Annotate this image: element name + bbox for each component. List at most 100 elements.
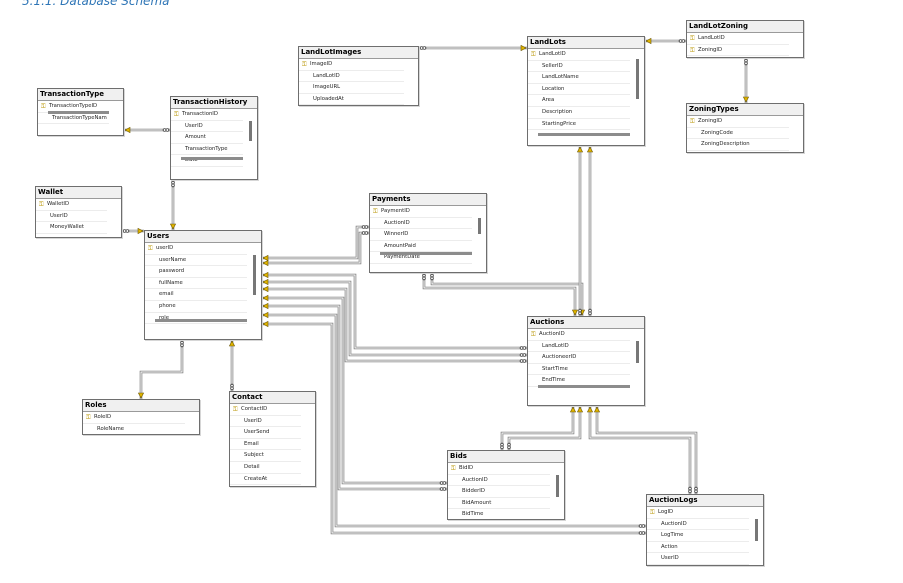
- table-columns: ⚿ userID userName password fullName email phon…: [145, 243, 261, 325]
- column-row[interactable]: Area: [528, 95, 630, 107]
- table-contact[interactable]: Contact ⚿ ContactID UserID UserSend Email Subj…: [229, 391, 316, 487]
- column-row[interactable]: ⚿ BidID: [448, 463, 550, 475]
- column-name: ZoningID: [698, 118, 723, 124]
- horizontal-scrollbar[interactable]: [181, 157, 243, 160]
- column-row[interactable]: phone: [145, 301, 247, 313]
- column-row[interactable]: LogTime: [647, 530, 749, 542]
- scrollbar-thumb[interactable]: [636, 341, 639, 363]
- column-row[interactable]: ⚿ ContactID: [230, 404, 301, 416]
- column-row[interactable]: Subject: [230, 450, 301, 462]
- column-row[interactable]: ⚿ PaymentID: [370, 206, 472, 218]
- column-name: TransactionType: [185, 145, 228, 152]
- column-row[interactable]: AuctioneerID: [528, 352, 630, 364]
- column-row[interactable]: email: [145, 289, 247, 301]
- scrollbar-thumb[interactable]: [253, 255, 256, 295]
- column-row[interactable]: Location: [528, 84, 630, 96]
- column-row[interactable]: BidderID: [448, 486, 550, 498]
- column-row[interactable]: ⚿ WalletID: [36, 199, 107, 211]
- table-auctionlogs[interactable]: AuctionLogs ⚿ LogID AuctionID LogTime Action U…: [646, 494, 764, 566]
- table-title: Contact: [230, 392, 315, 404]
- column-row[interactable]: StartingPrice: [528, 119, 630, 131]
- column-row[interactable]: Email: [230, 439, 301, 451]
- column-row[interactable]: ⚿ RoleID: [83, 412, 185, 424]
- column-row[interactable]: LandLotName: [528, 72, 630, 84]
- many-end-icon: [688, 489, 692, 494]
- table-transactiontype[interactable]: TransactionType ⚿ TransactionTypeID Transac…: [37, 88, 124, 136]
- horizontal-scrollbar[interactable]: [538, 385, 630, 388]
- table-landlots[interactable]: LandLots ⚿ LandLotID SellerID LandLotName Loc…: [527, 36, 645, 146]
- column-row[interactable]: MoneyWallet: [36, 222, 107, 234]
- column-row[interactable]: ZoningCode: [687, 128, 789, 140]
- column-row[interactable]: UserID: [647, 553, 749, 565]
- table-roles[interactable]: Roles ⚿ RoleID RoleName: [82, 399, 200, 435]
- table-wallet[interactable]: Wallet ⚿ WalletID UserID MoneyWallet: [35, 186, 122, 238]
- column-row[interactable]: BidAmount: [448, 498, 550, 510]
- table-payments[interactable]: Payments ⚿ PaymentID AuctionID WinnerID Amoun…: [369, 193, 487, 273]
- column-row[interactable]: fullName: [145, 278, 247, 290]
- column-row[interactable]: LandLotID: [299, 71, 404, 83]
- column-row[interactable]: AuctionID: [647, 519, 749, 531]
- table-landlotimages[interactable]: LandLotImages ⚿ ImageID LandLotID ImageURL Up…: [298, 46, 419, 106]
- column-row[interactable]: ZoningDescription: [687, 139, 789, 151]
- table-zoningtypes[interactable]: ZoningTypes ⚿ ZoningID ZoningCode ZoningDesc…: [686, 103, 804, 153]
- horizontal-scrollbar[interactable]: [48, 111, 109, 114]
- column-row[interactable]: BidTime: [448, 509, 550, 519]
- column-row[interactable]: UserID: [171, 121, 243, 133]
- column-row[interactable]: UserID: [36, 211, 107, 223]
- column-row[interactable]: TransactionType: [171, 144, 243, 156]
- horizontal-scrollbar[interactable]: [538, 133, 630, 136]
- column-row[interactable]: userName: [145, 255, 247, 267]
- scrollbar-thumb[interactable]: [636, 59, 639, 99]
- scrollbar-thumb[interactable]: [556, 475, 559, 497]
- table-columns: ⚿ WalletID UserID MoneyWallet: [36, 199, 121, 234]
- column-row[interactable]: AmountPaid: [370, 241, 472, 253]
- column-name: ImageURL: [313, 84, 341, 91]
- table-columns: ⚿ BidID AuctionID BidderID BidAmount BidTime: [448, 463, 564, 519]
- many-end-icon: [641, 524, 646, 528]
- column-row[interactable]: ImageURL: [299, 82, 404, 94]
- column-row[interactable]: TransactionTypeNam: [38, 113, 109, 125]
- column-row[interactable]: ⚿ LogID: [647, 507, 749, 519]
- column-row[interactable]: CreateAt: [230, 474, 301, 486]
- column-name: BidAmount: [462, 499, 492, 506]
- column-row[interactable]: ⚿ LandLotID: [528, 49, 630, 61]
- column-row[interactable]: UserSend: [230, 427, 301, 439]
- column-row[interactable]: ⚿ ZoningID: [687, 45, 789, 57]
- column-row[interactable]: ⚿ LandLotID: [687, 33, 789, 45]
- scrollbar-thumb[interactable]: [478, 218, 481, 234]
- table-landlotzoning[interactable]: LandLotZoning ⚿ LandLotID ⚿ ZoningID: [686, 20, 804, 58]
- column-row[interactable]: UploadedAt: [299, 94, 404, 105]
- column-row[interactable]: UserID: [230, 416, 301, 428]
- table-title: Payments: [370, 194, 486, 206]
- column-row[interactable]: Detail: [230, 462, 301, 474]
- column-row[interactable]: ⚿ ImageID: [299, 59, 404, 71]
- column-row[interactable]: ⚿ userID: [145, 243, 247, 255]
- horizontal-scrollbar[interactable]: [380, 252, 472, 255]
- column-row[interactable]: Description: [528, 107, 630, 119]
- column-row[interactable]: ⚿ ZoningID: [687, 116, 789, 128]
- column-row[interactable]: LandLotID: [528, 341, 630, 353]
- column-name: StartingPrice: [542, 120, 577, 127]
- column-row[interactable]: Action: [647, 542, 749, 554]
- column-row[interactable]: password: [145, 266, 247, 278]
- scrollbar-thumb[interactable]: [249, 121, 252, 141]
- table-transactionhistory[interactable]: TransactionHistory ⚿ TransactionID UserID Am…: [170, 96, 258, 180]
- table-bids[interactable]: Bids ⚿ BidID AuctionID BidderID BidAmount BidT…: [447, 450, 565, 520]
- key-icon: ⚿: [174, 111, 179, 118]
- scrollbar-thumb[interactable]: [755, 519, 758, 541]
- table-users[interactable]: Users ⚿ userID userName password fullName emai…: [144, 230, 262, 340]
- column-row[interactable]: StartTime: [528, 364, 630, 376]
- many-end-icon: [744, 61, 748, 66]
- column-row[interactable]: AuctionID: [448, 475, 550, 487]
- horizontal-scrollbar[interactable]: [155, 319, 247, 322]
- many-end-icon: [364, 225, 369, 229]
- relationship-line-payments-auctions-inner: [431, 273, 583, 316]
- column-row[interactable]: WinnerID: [370, 229, 472, 241]
- table-auctions[interactable]: Auctions ⚿ AuctionID LandLotID AuctioneerID S…: [527, 316, 645, 406]
- column-row[interactable]: ⚿ TransactionID: [171, 109, 243, 121]
- column-row[interactable]: SellerID: [528, 61, 630, 73]
- column-row[interactable]: ⚿ AuctionID: [528, 329, 630, 341]
- column-row[interactable]: Amount: [171, 132, 243, 144]
- column-row[interactable]: RoleName: [83, 424, 185, 434]
- column-row[interactable]: AuctionID: [370, 218, 472, 230]
